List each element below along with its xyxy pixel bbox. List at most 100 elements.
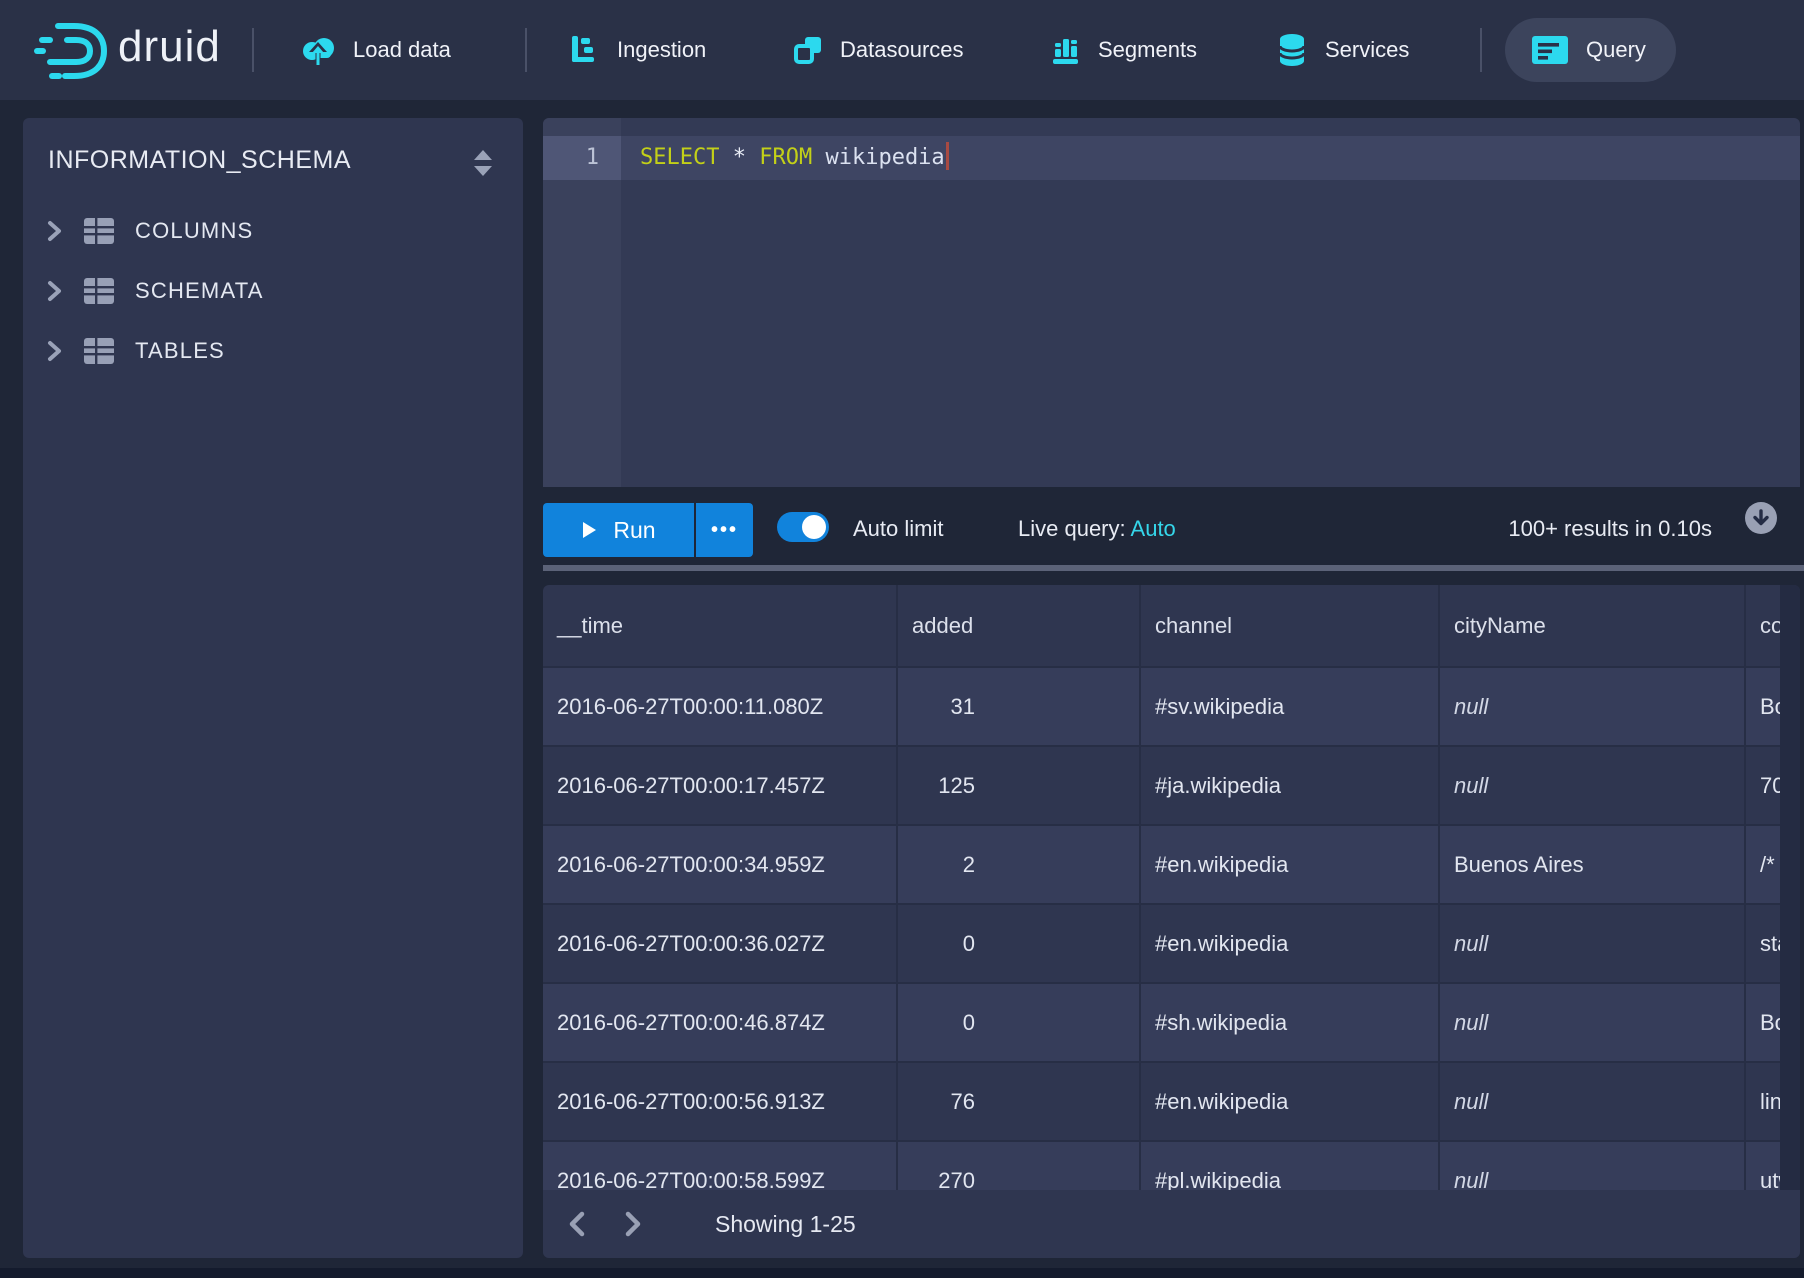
nav-item-ingestion[interactable]: Ingestion	[570, 0, 706, 100]
live-query-label: Live query:	[1018, 516, 1126, 541]
pagination-label: Showing 1-25	[715, 1211, 856, 1238]
cell-channel[interactable]: #en.wikipedia	[1141, 905, 1440, 984]
schema-sidebar: INFORMATION_SCHEMA COLUMNS	[23, 118, 523, 1258]
cell-time[interactable]: 2016-06-27T00:00:34.959Z	[543, 826, 898, 905]
chevron-right-icon[interactable]	[605, 1194, 661, 1254]
live-query-value: Auto	[1131, 516, 1176, 541]
cell-time[interactable]: 2016-06-27T00:00:11.080Z	[543, 668, 898, 747]
cell-added[interactable]: 76	[898, 1063, 1141, 1142]
nav-item-label: Services	[1325, 37, 1409, 63]
column-header-channel[interactable]: channel	[1141, 585, 1440, 668]
double-caret-vertical-icon[interactable]	[471, 148, 495, 178]
auto-limit-toggle[interactable]	[777, 512, 829, 542]
ellipsis-icon: •••	[711, 519, 738, 542]
cell-channel[interactable]: #sv.wikipedia	[1141, 668, 1440, 747]
cell-cityname[interactable]: null	[1440, 984, 1746, 1063]
cell-added[interactable]: 0	[898, 984, 1141, 1063]
query-console-icon	[1531, 35, 1569, 65]
ingestion-gantt-icon	[570, 34, 600, 66]
cell-time[interactable]: 2016-06-27T00:00:17.457Z	[543, 747, 898, 826]
cell-cityname[interactable]: null	[1440, 668, 1746, 747]
cell-time[interactable]: 2016-06-27T00:00:56.913Z	[543, 1063, 898, 1142]
cell-added[interactable]: 31	[898, 668, 1141, 747]
table-row: 2016-06-27T00:00:56.913Z 76 #en.wikipedi…	[543, 1063, 1800, 1142]
nav-item-segments[interactable]: Segments	[1051, 0, 1197, 100]
results-summary: 100+ results in 0.10s	[1508, 516, 1712, 542]
sidebar-item-columns[interactable]: COLUMNS	[23, 202, 523, 260]
cell-channel[interactable]: #en.wikipedia	[1141, 826, 1440, 905]
chevron-right-icon	[45, 280, 63, 302]
cell-channel[interactable]: #ja.wikipedia	[1141, 747, 1440, 826]
sidebar-item-tables[interactable]: TABLES	[23, 322, 523, 380]
sidebar-item-label: COLUMNS	[135, 218, 253, 244]
segments-bar-chart-icon	[1051, 34, 1081, 66]
navbar-divider	[252, 28, 254, 72]
editor-results-splitter[interactable]	[543, 565, 1804, 571]
sql-editor[interactable]: 1 SELECT * FROM wikipedia	[543, 118, 1800, 487]
download-icon[interactable]	[1745, 502, 1777, 534]
nav-item-label: Load data	[353, 37, 451, 63]
results-scrollbar-track[interactable]	[1780, 585, 1800, 1192]
datasources-layers-icon	[793, 35, 823, 65]
nav-item-services[interactable]: Services	[1276, 0, 1409, 100]
toggle-knob	[802, 515, 826, 539]
line-number: 1	[543, 136, 599, 180]
nav-item-datasources[interactable]: Datasources	[793, 0, 964, 100]
sql-query-line: SELECT * FROM wikipedia	[640, 136, 949, 180]
table-row: 2016-06-27T00:00:11.080Z 31 #sv.wikipedi…	[543, 668, 1800, 747]
column-header-time[interactable]: __time	[543, 585, 898, 668]
cell-time[interactable]: 2016-06-27T00:00:36.027Z	[543, 905, 898, 984]
chevron-right-icon	[45, 340, 63, 362]
cell-cityname[interactable]: null	[1440, 1063, 1746, 1142]
cell-cityname[interactable]: Buenos Aires	[1440, 826, 1746, 905]
druid-logo-icon[interactable]	[34, 22, 110, 80]
cell-cityname[interactable]: null	[1440, 905, 1746, 984]
sql-keyword: FROM	[759, 145, 812, 170]
run-more-options-button[interactable]: •••	[696, 503, 753, 557]
nav-item-label: Query	[1586, 37, 1646, 63]
chevron-right-icon	[45, 220, 63, 242]
services-database-icon	[1276, 33, 1308, 67]
column-header-cityname[interactable]: cityName	[1440, 585, 1746, 668]
sql-table-name: wikipedia	[825, 145, 944, 170]
schema-title: INFORMATION_SCHEMA	[48, 146, 351, 175]
auto-limit-label: Auto limit	[853, 516, 943, 542]
nav-item-label: Datasources	[840, 37, 964, 63]
table-row: 2016-06-27T00:00:34.959Z 2 #en.wikipedia…	[543, 826, 1800, 905]
cell-cityname[interactable]: null	[1440, 747, 1746, 826]
text-cursor	[946, 142, 949, 170]
table-icon	[83, 217, 115, 245]
run-button-label: Run	[613, 517, 655, 544]
nav-item-query-active[interactable]: Query	[1505, 18, 1676, 82]
chevron-left-icon[interactable]	[549, 1194, 605, 1254]
live-query-control[interactable]: Live query: Auto	[1018, 516, 1176, 542]
page-bottom-edge	[0, 1268, 1804, 1278]
sidebar-item-schemata[interactable]: SCHEMATA	[23, 262, 523, 320]
column-header-added[interactable]: added	[898, 585, 1141, 668]
run-button[interactable]: Run	[543, 503, 694, 557]
cell-added[interactable]: 2	[898, 826, 1141, 905]
table-icon	[83, 277, 115, 305]
cell-added[interactable]: 125	[898, 747, 1141, 826]
cell-time[interactable]: 2016-06-27T00:00:46.874Z	[543, 984, 898, 1063]
table-row: 2016-06-27T00:00:36.027Z 0 #en.wikipedia…	[543, 905, 1800, 984]
nav-item-label: Segments	[1098, 37, 1197, 63]
query-results-table: __time added channel cityName comment 20…	[543, 585, 1800, 1258]
nav-item-label: Ingestion	[617, 37, 706, 63]
nav-item-load-data[interactable]: Load data	[300, 0, 451, 100]
sql-keyword: SELECT	[640, 145, 719, 170]
cell-channel[interactable]: #sh.wikipedia	[1141, 984, 1440, 1063]
table-icon	[83, 337, 115, 365]
navbar-divider	[525, 28, 527, 72]
play-icon	[581, 520, 597, 540]
sql-star: *	[733, 145, 746, 170]
table-row: 2016-06-27T00:00:17.457Z 125 #ja.wikiped…	[543, 747, 1800, 826]
sidebar-item-label: SCHEMATA	[135, 278, 264, 304]
top-navbar: druid Load data Ingestion	[0, 0, 1804, 100]
table-row: 2016-06-27T00:00:46.874Z 0 #sh.wikipedia…	[543, 984, 1800, 1063]
navbar-divider	[1480, 28, 1482, 72]
app-logo-text: druid	[118, 22, 221, 72]
cloud-upload-icon	[300, 34, 336, 66]
cell-added[interactable]: 0	[898, 905, 1141, 984]
cell-channel[interactable]: #en.wikipedia	[1141, 1063, 1440, 1142]
